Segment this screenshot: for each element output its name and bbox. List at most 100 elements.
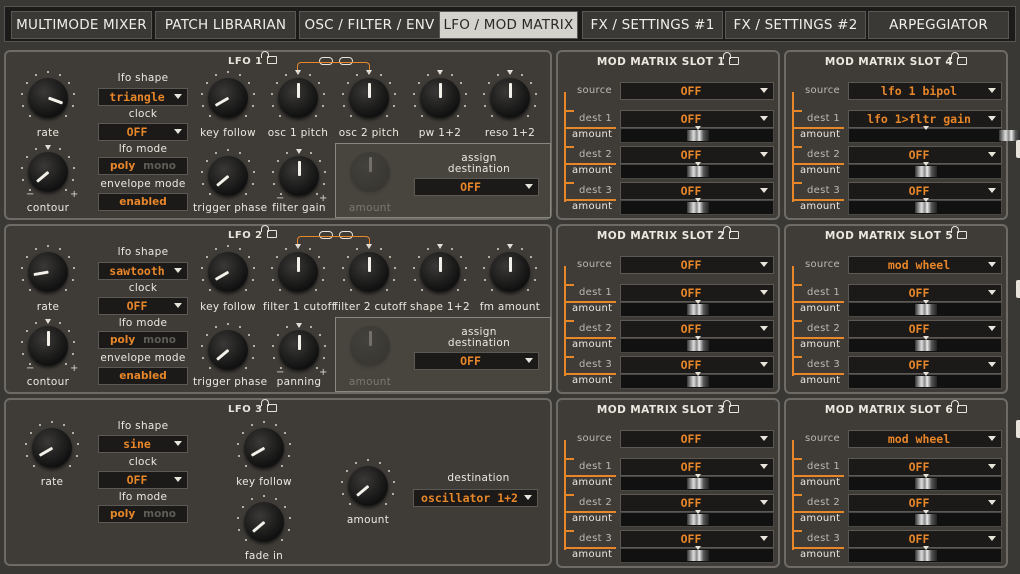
lfo2-contour-knob[interactable] xyxy=(28,326,68,366)
lfo2-assign-select[interactable]: OFF xyxy=(414,352,539,370)
scroll-edge[interactable] xyxy=(1016,140,1020,158)
lfo1-pw-knob[interactable] xyxy=(420,78,460,118)
lfo2-filter2-cutoff-knob[interactable] xyxy=(349,252,389,292)
amount-slider[interactable] xyxy=(620,510,774,527)
amount-slider[interactable] xyxy=(848,126,1020,143)
amount-slider[interactable] xyxy=(848,336,1002,353)
tab-arpeggiator[interactable]: ARPEGGIATOR xyxy=(868,11,1009,39)
slider-thumb[interactable] xyxy=(687,376,709,387)
lfo3-shape-select[interactable]: sine xyxy=(98,435,188,453)
lfo3-destination-select[interactable]: oscillator 1+2 xyxy=(413,489,538,507)
lfo2-fm-amount-knob[interactable] xyxy=(490,252,530,292)
amount-slider[interactable] xyxy=(620,372,774,389)
slider-thumb[interactable] xyxy=(915,550,937,561)
amount-slider[interactable] xyxy=(620,546,774,563)
tab-lfo-mod-matrix[interactable]: LFO / MOD MATRIX xyxy=(439,11,578,39)
lfo1-clock-select[interactable]: OFF xyxy=(98,123,188,141)
lfo1-env-mode-toggle[interactable]: enabled xyxy=(98,193,188,211)
slider-thumb[interactable] xyxy=(687,202,709,213)
tab-fx-settings-1[interactable]: FX / SETTINGS #1 xyxy=(582,11,723,39)
lfo3-mode-toggle[interactable]: poly mono xyxy=(98,505,188,523)
lfo3-amount-knob[interactable] xyxy=(348,466,388,506)
lfo2-rate-knob[interactable] xyxy=(28,252,68,292)
lfo1-amount-knob[interactable] xyxy=(350,152,390,192)
tab-multimode-mixer[interactable]: MULTIMODE MIXER xyxy=(11,11,152,39)
amount-slider[interactable] xyxy=(620,336,774,353)
lfo2-env-mode-toggle[interactable]: enabled xyxy=(98,367,188,385)
lfo3-clock-select[interactable]: OFF xyxy=(98,471,188,489)
lfo2-shape-select[interactable]: sawtooth xyxy=(98,262,188,280)
amount-slider[interactable] xyxy=(848,510,1002,527)
slider-thumb[interactable] xyxy=(915,340,937,351)
lfo1-osc1-pitch-knob[interactable] xyxy=(278,78,318,118)
slider-thumb[interactable] xyxy=(687,478,709,489)
source-select[interactable]: mod wheel xyxy=(848,430,1002,448)
source-select[interactable]: OFF xyxy=(620,256,774,274)
amount-slider[interactable] xyxy=(848,546,1002,563)
source-select[interactable]: OFF xyxy=(620,82,774,100)
amount-slider[interactable] xyxy=(620,300,774,317)
lock-icon[interactable] xyxy=(951,400,968,413)
source-select[interactable]: lfo 1 bipol xyxy=(848,82,1002,100)
lfo2-mode-toggle[interactable]: poly mono xyxy=(98,331,188,349)
lock-icon[interactable] xyxy=(260,225,277,238)
lock-icon[interactable] xyxy=(951,226,968,239)
scroll-edge[interactable] xyxy=(1016,280,1020,298)
lfo2-clock-select[interactable]: OFF xyxy=(98,297,188,315)
lfo3-rate-knob[interactable] xyxy=(32,428,72,468)
lfo2-filter1-cutoff-knob[interactable] xyxy=(278,252,318,292)
lock-icon[interactable] xyxy=(260,399,277,412)
lfo2-amount-knob[interactable] xyxy=(350,326,390,366)
slider-thumb[interactable] xyxy=(915,166,937,177)
slider-thumb[interactable] xyxy=(687,304,709,315)
amount-slider[interactable] xyxy=(848,198,1002,215)
amount-slider[interactable] xyxy=(620,198,774,215)
lfo1-trigger-phase-knob[interactable] xyxy=(208,156,248,196)
lfo2-trigger-phase-knob[interactable] xyxy=(208,330,248,370)
lock-icon[interactable] xyxy=(723,226,740,239)
lfo2-key-follow-knob[interactable] xyxy=(208,252,248,292)
tab-patch-librarian[interactable]: PATCH LIBRARIAN xyxy=(155,11,296,39)
lfo1-assign-select[interactable]: OFF xyxy=(414,178,539,196)
slider-thumb[interactable] xyxy=(687,514,709,525)
amount-slider[interactable] xyxy=(620,162,774,179)
lfo3-fade-in-knob[interactable] xyxy=(244,502,284,542)
slider-thumb[interactable] xyxy=(687,340,709,351)
knob-tick xyxy=(238,529,241,532)
lock-icon[interactable] xyxy=(260,51,277,64)
lfo1-key-follow-knob[interactable] xyxy=(208,78,248,118)
amount-slider[interactable] xyxy=(620,474,774,491)
slider-thumb[interactable] xyxy=(915,304,937,315)
lock-icon[interactable] xyxy=(951,52,968,65)
lfo1-shape-select[interactable]: triangle xyxy=(98,88,188,106)
amount-slider[interactable] xyxy=(848,372,1002,389)
lfo3-key-follow-knob[interactable] xyxy=(244,428,284,468)
amount-slider[interactable] xyxy=(848,162,1002,179)
tab-fx-settings-2[interactable]: FX / SETTINGS #2 xyxy=(725,11,866,39)
tab-osc-filter-env[interactable]: OSC / FILTER / ENV xyxy=(299,11,440,39)
lfo1-contour-knob[interactable] xyxy=(28,152,68,192)
amount-slider[interactable] xyxy=(620,126,774,143)
lfo1-reso-knob[interactable] xyxy=(490,78,530,118)
slider-thumb[interactable] xyxy=(915,514,937,525)
scroll-edge[interactable] xyxy=(1016,420,1020,438)
amount-slider[interactable] xyxy=(848,474,1002,491)
lfo2-panning-knob[interactable] xyxy=(279,330,319,370)
knob-tick xyxy=(275,255,278,258)
lock-icon[interactable] xyxy=(723,52,740,65)
slider-thumb[interactable] xyxy=(687,550,709,561)
lock-icon[interactable] xyxy=(723,400,740,413)
source-select[interactable]: mod wheel xyxy=(848,256,1002,274)
lfo1-mode-toggle[interactable]: poly mono xyxy=(98,157,188,175)
slider-thumb[interactable] xyxy=(915,202,937,213)
lfo1-rate-knob[interactable] xyxy=(28,78,68,118)
slider-thumb[interactable] xyxy=(915,478,937,489)
source-select[interactable]: OFF xyxy=(620,430,774,448)
slider-thumb[interactable] xyxy=(687,166,709,177)
slider-thumb[interactable] xyxy=(915,376,937,387)
amount-slider[interactable] xyxy=(848,300,1002,317)
lfo2-shape-knob[interactable] xyxy=(420,252,460,292)
lfo1-filter-gain-knob[interactable] xyxy=(279,156,319,196)
lfo1-osc2-pitch-knob[interactable] xyxy=(349,78,389,118)
slider-thumb[interactable] xyxy=(687,130,709,141)
